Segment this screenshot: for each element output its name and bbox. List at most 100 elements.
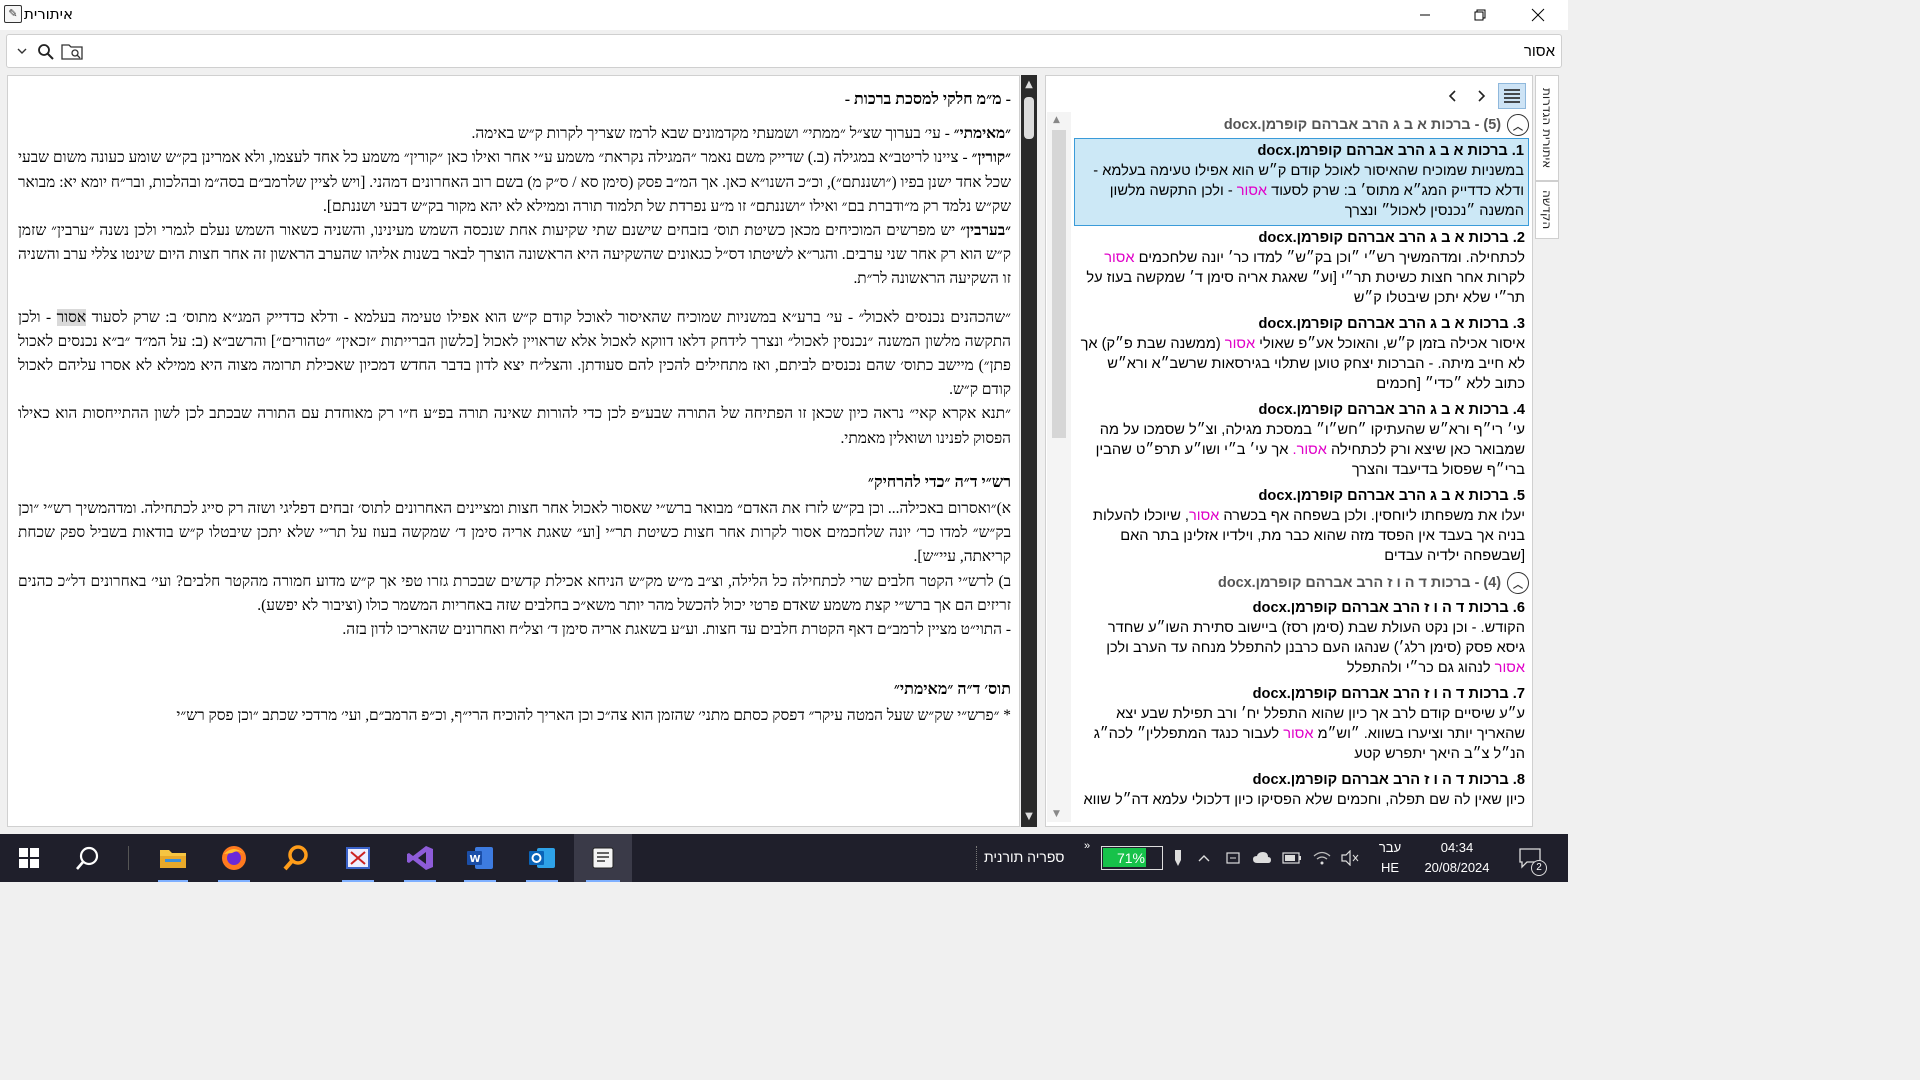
result-snippet: עי׳ רי״ף ורא״ש שהעתיקו ״חש״ו״ במסכת מגיל… <box>1095 422 1525 478</box>
result-snippet: ע״ע שיסיים קודם לרב אך כיון שהוא התפלל י… <box>1093 706 1525 762</box>
search-icon[interactable] <box>62 834 114 882</box>
document-paragraph: ב) לרש״י הקטר חלבים שרי לכתחילה כל הלילה… <box>18 572 1011 614</box>
search-icon[interactable] <box>33 35 57 67</box>
minimize-button[interactable] <box>1402 0 1448 30</box>
prev-result-icon[interactable] <box>1444 86 1460 106</box>
document-paragraph: ״קורין״ - ציינו לריטב״א במגילה (ב.) שדיי… <box>18 149 1011 215</box>
document-paragraph: ״מאימתי״ - עי׳ בערוך שצ״ל ״ממתי״ ושמעתי … <box>471 125 1012 143</box>
document-paragraph: ״בערבין״ יש מפרשים המוכיחים מכאן כשיטת ת… <box>18 222 1011 288</box>
next-result-icon[interactable] <box>1474 86 1490 106</box>
snipping-tool-icon[interactable] <box>330 834 386 882</box>
result-item[interactable]: 2. ברכות א ב ג הרב אברהם קופרמן.docx לכת… <box>1074 226 1529 312</box>
result-item[interactable]: 4. ברכות א ב ג הרב אברהם קופרמן.docx עי׳… <box>1074 398 1529 484</box>
scroll-thumb[interactable] <box>1024 97 1034 139</box>
document-viewer[interactable]: - מ״מ חלקי למסכת ברכות - ״מאימתי״ - עי׳ … <box>7 75 1020 827</box>
pen-icon[interactable] <box>1166 834 1190 882</box>
app-icon: ✎ <box>4 5 22 23</box>
result-title: 2. ברכות א ב ג הרב אברהם קופרמן.docx <box>1258 230 1526 246</box>
collapse-icon[interactable]: ︿ <box>1507 114 1529 136</box>
document-scrollbar[interactable]: ▲ ▼ <box>1021 75 1037 827</box>
side-tabs: איתורית הגדרות הקדשה <box>1535 75 1563 827</box>
result-title: 7. ברכות ד ה ו ז הרב אברהם קופרמן.docx <box>1252 686 1525 702</box>
list-view-icon[interactable] <box>1498 83 1526 109</box>
result-snippet: יעלו את משפחתו ליוחסין. ולכן בשפחה אף בכ… <box>1092 508 1525 564</box>
result-item[interactable]: 1. ברכות א ב ג הרב אברהם קופרמן.docx במש… <box>1074 138 1529 226</box>
restore-button[interactable] <box>1457 0 1503 30</box>
search-bar <box>6 34 1562 68</box>
start-button[interactable] <box>4 834 54 882</box>
taskbar-divider <box>128 846 129 870</box>
toolbar-label[interactable]: ספריה תורנית <box>984 849 1064 865</box>
result-snippet: במשניות שמוכיח שהאיסור לאוכל קודם ק״ש הו… <box>1093 163 1524 219</box>
result-title: 8. ברכות ד ה ו ז הרב אברהם קופרמן.docx <box>1252 772 1525 788</box>
result-title: 6. ברכות ד ה ו ז הרב אברהם קופרמן.docx <box>1252 600 1525 616</box>
svg-text:W: W <box>470 854 481 865</box>
notifications-icon[interactable]: 2 <box>1510 834 1550 882</box>
chevron-up-icon[interactable] <box>1192 834 1216 882</box>
search-match-highlight: אסור <box>56 308 87 326</box>
document-paragraph: - התוי״ט מציין לרמב״ם דאף הקטרת חלבים עד… <box>342 621 1011 639</box>
title-bar: ✎ איתורית <box>0 0 1568 30</box>
close-button[interactable] <box>1515 0 1561 30</box>
scroll-up-icon[interactable]: ▲ <box>1021 77 1037 93</box>
result-title: 3. ברכות א ב ג הרב אברהם קופרמן.docx <box>1258 316 1526 332</box>
search-input[interactable] <box>175 39 1555 63</box>
file-explorer-icon[interactable] <box>146 834 200 882</box>
outlook-icon[interactable] <box>514 834 570 882</box>
result-snippet: איסור אכילה בזמן ק״ש, והאוכל אע״פ שאולי … <box>1080 336 1525 392</box>
cloud-icon[interactable] <box>1248 834 1276 882</box>
document-paragraph: * ״פרש״י שק״ש שעל המטה עיקר״ דפסק כסתם מ… <box>176 707 1011 725</box>
result-group-header[interactable]: ︿ (4) - ברכות ד ה ו ז הרב אברהם קופרמן.d… <box>1074 570 1529 596</box>
scroll-thumb[interactable] <box>1052 130 1066 438</box>
result-item[interactable]: 5. ברכות א ב ג הרב אברהם קופרמן.docx יעל… <box>1074 484 1529 570</box>
result-snippet: לכתחילה. ומדהמשיך רש״י ״וכן בק״ש״ למדו כ… <box>1086 250 1525 306</box>
results-scrollbar[interactable]: ▲ ▼ <box>1047 112 1071 822</box>
volume-muted-icon[interactable] <box>1336 834 1364 882</box>
firefox-icon[interactable] <box>206 834 262 882</box>
app-window: ✎ איתורית - מ״מ חלקי למסכת ברכות - ״מאימ… <box>0 0 1568 882</box>
collapse-icon[interactable]: ︿ <box>1507 572 1529 594</box>
document-subheading: רש״י ד״ה ״כדי להרחיק״ <box>867 473 1011 491</box>
chevron-right-icon[interactable]: » <box>1084 840 1090 852</box>
chevron-down-icon[interactable] <box>11 35 33 67</box>
document-paragraph: ״שהכהנים נכנסים לאכול״ - עי׳ ברע״א במשני… <box>18 308 1011 399</box>
window-title: איתורית <box>24 5 74 23</box>
result-item[interactable]: 3. ברכות א ב ג הרב אברהם קופרמן.docx איס… <box>1074 312 1529 398</box>
document-subheading: תוס׳ ד״ה ״מאימתי״ <box>893 681 1011 699</box>
result-title: 4. ברכות א ב ג הרב אברהם קופרמן.docx <box>1258 402 1526 418</box>
search-app-icon[interactable] <box>268 834 324 882</box>
wifi-icon[interactable] <box>1308 834 1336 882</box>
tab-settings[interactable]: איתורית הגדרות <box>1535 75 1559 181</box>
result-title: 1. ברכות א ב ג הרב אברהם קופרמן.docx <box>1257 143 1525 159</box>
itorit-app-icon[interactable] <box>574 834 632 882</box>
results-panel: ▲ ▼ ︿ (5) - ברכות א ב ג הרב אברהם קופרמן… <box>1045 75 1533 827</box>
result-item[interactable]: 6. ברכות ד ה ו ז הרב אברהם קופרמן.docx ה… <box>1074 596 1529 682</box>
document-paragraph: א)״ואסרום באכילה... וכן בק״ש לזרז את האד… <box>18 500 1011 566</box>
results-list: ︿ (5) - ברכות א ב ג הרב אברהם קופרמן.doc… <box>1074 112 1529 814</box>
device-icon[interactable] <box>1220 834 1246 882</box>
battery-icon[interactable] <box>1278 834 1306 882</box>
result-title: 5. ברכות א ב ג הרב אברהם קופרמן.docx <box>1258 488 1526 504</box>
word-icon[interactable]: W <box>452 834 508 882</box>
document-paragraph: ״תנא אקרא קאי״ נראה כיון שכאן זו הפתיחה … <box>18 405 1011 447</box>
scroll-up-icon[interactable]: ▲ <box>1053 115 1060 125</box>
tab-dedication[interactable]: הקדשה <box>1535 181 1559 239</box>
visual-studio-icon[interactable] <box>392 834 448 882</box>
battery-meter[interactable]: 71% <box>1101 846 1163 870</box>
folder-search-icon[interactable] <box>59 35 87 67</box>
result-item[interactable]: 8. ברכות ד ה ו ז הרב אברהם קופרמן.docx כ… <box>1074 768 1529 814</box>
clock[interactable]: 04:34 20/08/2024 <box>1412 840 1502 875</box>
result-group-header[interactable]: ︿ (5) - ברכות א ב ג הרב אברהם קופרמן.doc… <box>1074 112 1529 138</box>
toolbar-grip <box>976 846 978 870</box>
scroll-down-icon[interactable]: ▼ <box>1021 809 1037 825</box>
result-snippet: הקודש. - וכן נקט העולת שבת (סימן רסז) בי… <box>1106 620 1525 676</box>
document-heading: - מ״מ חלקי למסכת ברכות - <box>844 91 1011 108</box>
language-indicator[interactable]: עבר HE <box>1370 840 1410 875</box>
result-snippet: כיון שאין לה שם תפלה, וחכמים שלא הפסיקו … <box>1083 792 1525 808</box>
battery-percent: 71% <box>1116 850 1146 866</box>
notification-count: 2 <box>1531 860 1547 876</box>
scroll-down-icon[interactable]: ▼ <box>1053 809 1060 819</box>
taskbar: W ספריה תורנית » 71% עבר HE 04:34 20/08/… <box>0 834 1568 882</box>
document-content: - מ״מ חלקי למסכת ברכות - ״מאימתי״ - עי׳ … <box>18 86 1011 729</box>
result-item[interactable]: 7. ברכות ד ה ו ז הרב אברהם קופרמן.docx ע… <box>1074 682 1529 768</box>
